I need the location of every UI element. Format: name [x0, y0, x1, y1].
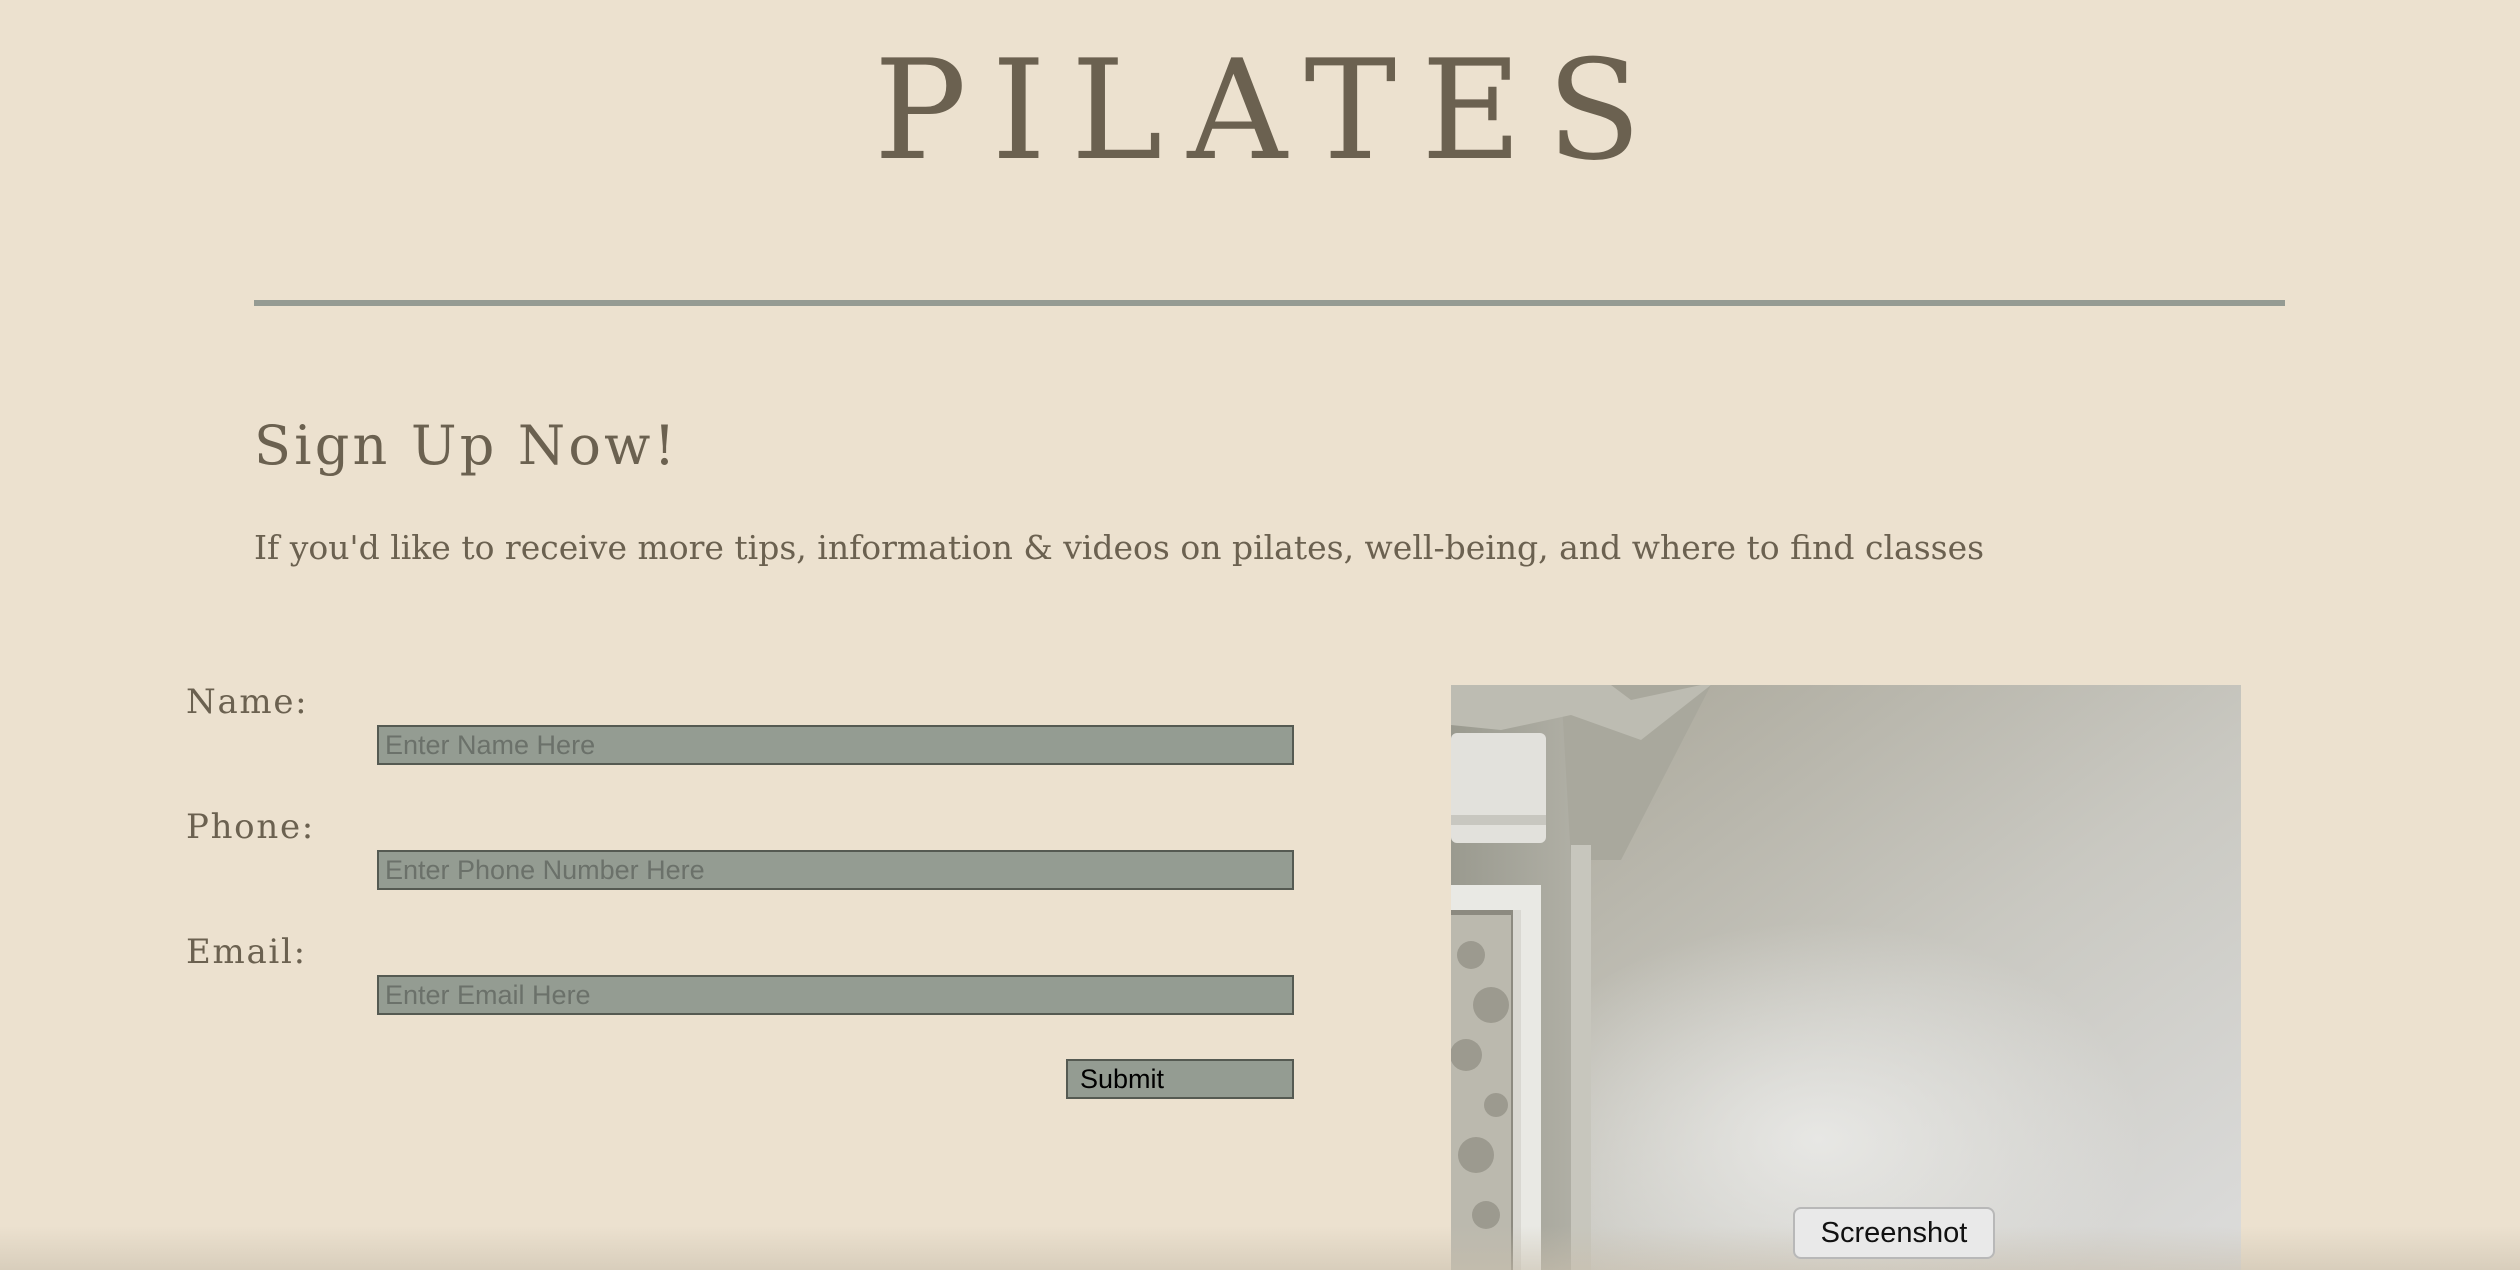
- name-input[interactable]: [377, 725, 1294, 765]
- header-divider: [254, 300, 2285, 306]
- name-label: Name:: [186, 682, 309, 722]
- email-label: Email:: [186, 932, 307, 972]
- submit-button[interactable]: Submit: [1066, 1059, 1294, 1099]
- phone-input[interactable]: [377, 850, 1294, 890]
- signup-intro: If you'd like to receive more tips, info…: [254, 528, 1985, 567]
- signup-heading: Sign Up Now!: [254, 414, 679, 477]
- screenshot-tooltip: Screenshot: [1793, 1207, 1995, 1259]
- site-title: PILATES: [873, 30, 1667, 191]
- pilates-room-photo: [1451, 685, 2241, 1270]
- phone-label: Phone:: [186, 807, 315, 847]
- room-photo-graphic: [1451, 685, 2241, 1270]
- email-input[interactable]: [377, 975, 1294, 1015]
